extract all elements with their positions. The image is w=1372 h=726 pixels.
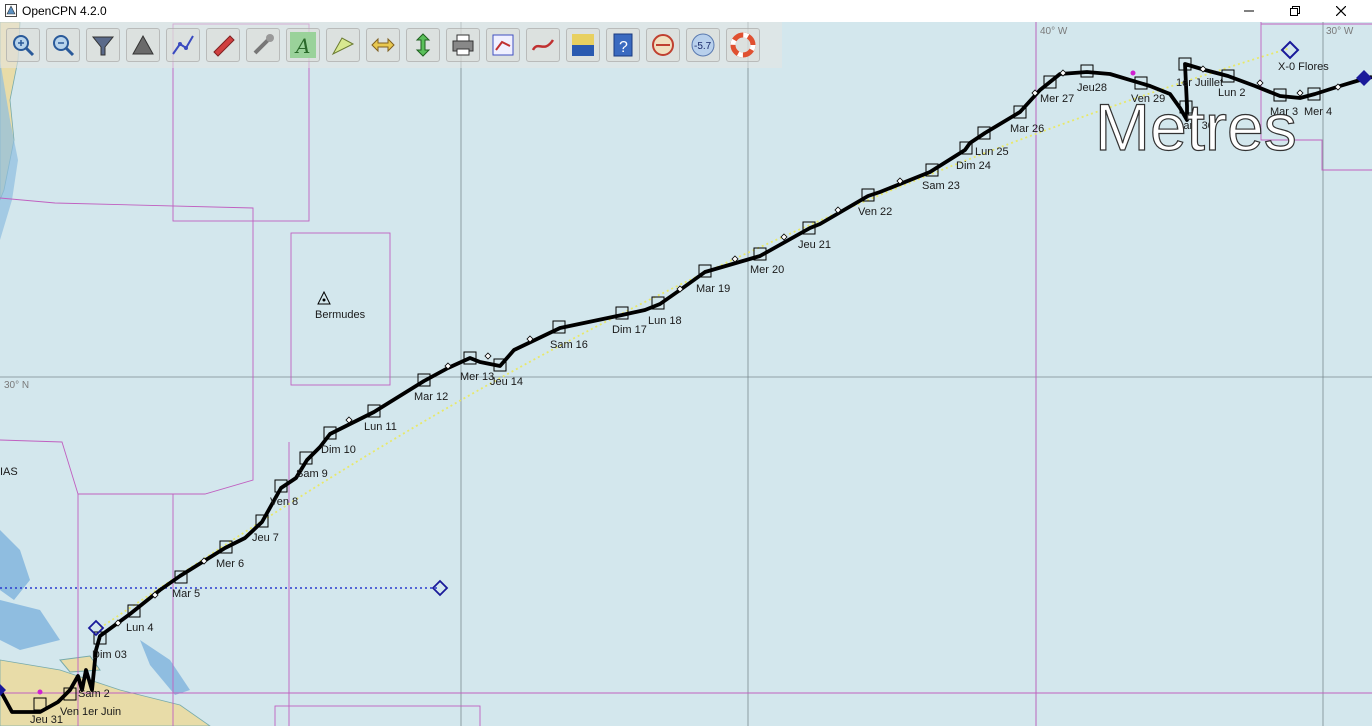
minimize-button[interactable]: [1226, 0, 1272, 22]
ais-value: -5.7: [694, 41, 712, 52]
day-label: Sam 9: [296, 468, 328, 480]
lifebuoy-button[interactable]: [726, 28, 760, 62]
svg-text:A: A: [294, 34, 310, 58]
current-icon: [371, 37, 395, 53]
track-toggle-button[interactable]: [526, 28, 560, 62]
color-scheme-icon: [572, 34, 594, 56]
day-label: Dim 17: [612, 324, 647, 336]
funnel-icon: [91, 36, 115, 56]
day-label: Lun 25: [975, 146, 1009, 158]
bermudes-label: Bermudes: [315, 309, 366, 321]
text-button[interactable]: A: [286, 28, 320, 62]
main-toolbar: A ? -5.7: [0, 22, 782, 68]
day-label: Mer 20: [750, 264, 784, 276]
day-label: Dim 24: [956, 160, 991, 172]
day-label: Lun 18: [648, 315, 682, 327]
day-label: Jeu 21: [798, 239, 831, 251]
day-label: Mar 12: [414, 391, 448, 403]
print-button[interactable]: [446, 28, 480, 62]
position-dot-start: [37, 689, 43, 695]
day-label: Dim 10: [321, 444, 356, 456]
help-icon: ?: [613, 33, 633, 57]
zoom-in-button[interactable]: [6, 28, 40, 62]
day-label: Dim 03: [92, 649, 127, 661]
day-label: Sam 16: [550, 339, 588, 351]
current-button[interactable]: [366, 28, 400, 62]
ais-button[interactable]: -5.7: [686, 28, 720, 62]
scale-in-button[interactable]: [86, 28, 120, 62]
window-title: OpenCPN 4.2.0: [22, 4, 107, 18]
boat-icon: [213, 35, 235, 57]
cuba-shelf: [0, 600, 60, 650]
day-label: Mer 6: [216, 558, 244, 570]
quilting-button[interactable]: [326, 28, 360, 62]
position-dot: [1130, 70, 1136, 76]
app-icon: [5, 4, 17, 17]
flores-label: X-0 Flores: [1278, 61, 1329, 73]
print-icon: [452, 34, 474, 56]
lifebuoy-icon: [730, 32, 756, 58]
close-button[interactable]: [1318, 0, 1364, 22]
wrench-icon: [253, 34, 274, 55]
restore-button[interactable]: [1272, 0, 1318, 22]
day-label: 1er Juillet: [1176, 77, 1223, 89]
light-icon: [317, 290, 331, 305]
help-button[interactable]: ?: [606, 28, 640, 62]
day-label: Ven 8: [270, 496, 298, 508]
zoom-in-icon: [13, 35, 35, 57]
window-titlebar: OpenCPN 4.2.0: [0, 0, 1372, 23]
text-icon: A: [290, 32, 316, 58]
day-label: Ven 1er Juin: [60, 706, 121, 718]
ias-label: IAS: [0, 466, 18, 478]
flores-waypoint-icon[interactable]: [1280, 40, 1300, 60]
zoom-out-button[interactable]: [46, 28, 80, 62]
day-label: Sam 2: [78, 688, 110, 700]
route-manager-button[interactable]: [486, 28, 520, 62]
track-day-labels: Jeu 31 Ven 1er Juin Sam 2 Dim 03 Lun 4 M…: [30, 77, 1332, 726]
mob-button[interactable]: [646, 28, 680, 62]
day-label: Jeu 31: [30, 714, 63, 726]
bahamas-shelf: [0, 530, 30, 600]
day-label: Mar 26: [1010, 123, 1044, 135]
close-icon: [1336, 6, 1346, 16]
day-label: Mer 4: [1304, 106, 1332, 118]
color-scheme-button[interactable]: [566, 28, 600, 62]
day-label: Mer 27: [1040, 93, 1074, 105]
route-icon: [172, 35, 194, 55]
create-route-button[interactable]: [166, 28, 200, 62]
day-label: Sam 23: [922, 180, 960, 192]
blue-route[interactable]: [0, 579, 449, 597]
day-label: Jeu 14: [490, 376, 523, 388]
chart-canvas[interactable]: 30° N 40° W 30° W Bermudes IAS X-0 Flore…: [0, 22, 1372, 726]
lon-30w-label: 30° W: [1326, 26, 1354, 37]
settings-button[interactable]: [246, 28, 280, 62]
day-label: Lun 11: [364, 421, 397, 433]
tide-icon: [415, 33, 431, 57]
day-label: Jeu 7: [252, 532, 279, 544]
ownship-icon[interactable]: [1356, 70, 1372, 86]
quilt-icon: [331, 37, 355, 56]
zoom-out-icon: [53, 35, 75, 57]
chart-svg[interactable]: 30° N 40° W 30° W Bermudes IAS X-0 Flore…: [0, 22, 1372, 726]
day-label: Mar 19: [696, 283, 730, 295]
track-toggle-icon: [531, 39, 555, 51]
auto-follow-button[interactable]: [206, 28, 240, 62]
day-label: Ven 22: [858, 206, 892, 218]
mob-icon: [652, 34, 674, 56]
lat-30n-label: 30° N: [4, 380, 29, 391]
day-label: Mar 5: [172, 588, 200, 600]
depth-units-label: Metres: [1095, 90, 1297, 164]
lon-40w-label: 40° W: [1040, 26, 1068, 37]
tide-button[interactable]: [406, 28, 440, 62]
restore-icon: [1290, 6, 1300, 16]
day-label: Lun 4: [126, 622, 154, 634]
triangle-icon: [132, 34, 154, 55]
svg-text:?: ?: [619, 39, 628, 56]
minimize-icon: [1244, 10, 1254, 12]
bermudes-marker[interactable]: Bermudes: [315, 290, 366, 321]
antilles-shelf: [140, 640, 190, 695]
scale-out-button[interactable]: [126, 28, 160, 62]
ais-icon: -5.7: [691, 33, 715, 57]
route-manager-icon: [492, 34, 514, 56]
